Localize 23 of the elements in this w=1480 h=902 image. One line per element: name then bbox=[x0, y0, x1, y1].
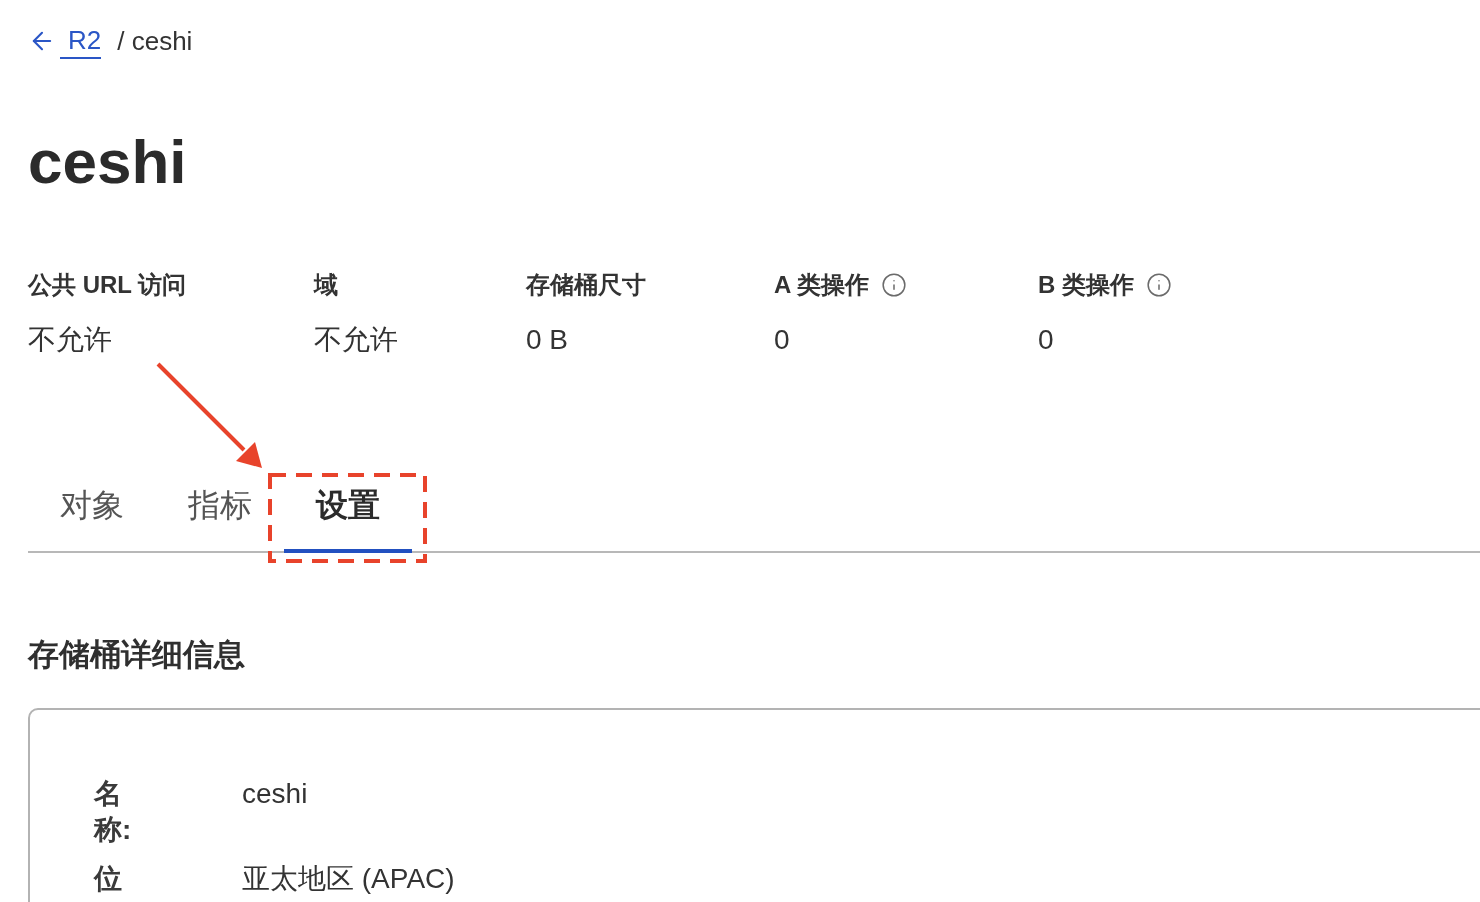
stat-label: B 类操作 bbox=[1038, 270, 1134, 300]
tab[interactable]: 对象 bbox=[28, 469, 156, 553]
page-title: ceshi bbox=[28, 131, 187, 193]
section-heading: 存储桶详细信息 bbox=[28, 636, 245, 674]
stat-value: 不允许 bbox=[314, 323, 398, 357]
detail-value: 亚太地区 (APAC) bbox=[242, 862, 455, 896]
detail-label: 位 bbox=[94, 862, 123, 896]
stat-value: 0 bbox=[774, 323, 790, 357]
tab[interactable]: 指标 bbox=[156, 469, 284, 553]
stat-value: 0 bbox=[1038, 323, 1054, 357]
info-icon[interactable] bbox=[1146, 272, 1172, 298]
breadcrumb-current: / ceshi bbox=[117, 25, 193, 58]
stat-label: 域 bbox=[314, 270, 338, 300]
stat-value: 0 B bbox=[526, 323, 569, 357]
stat-label: 公共 URL 访问 bbox=[28, 270, 187, 300]
detail-label: 名称: bbox=[94, 777, 133, 847]
stat-value: 不允许 bbox=[28, 323, 112, 357]
breadcrumb-link[interactable]: R2 bbox=[60, 23, 102, 59]
info-icon[interactable] bbox=[881, 272, 908, 298]
detail-value: ceshi bbox=[242, 777, 308, 811]
tab[interactable]: 设置 bbox=[284, 469, 412, 553]
stat-label: A 类操作 bbox=[774, 270, 870, 300]
stat-label: 存储桶尺寸 bbox=[526, 270, 646, 300]
